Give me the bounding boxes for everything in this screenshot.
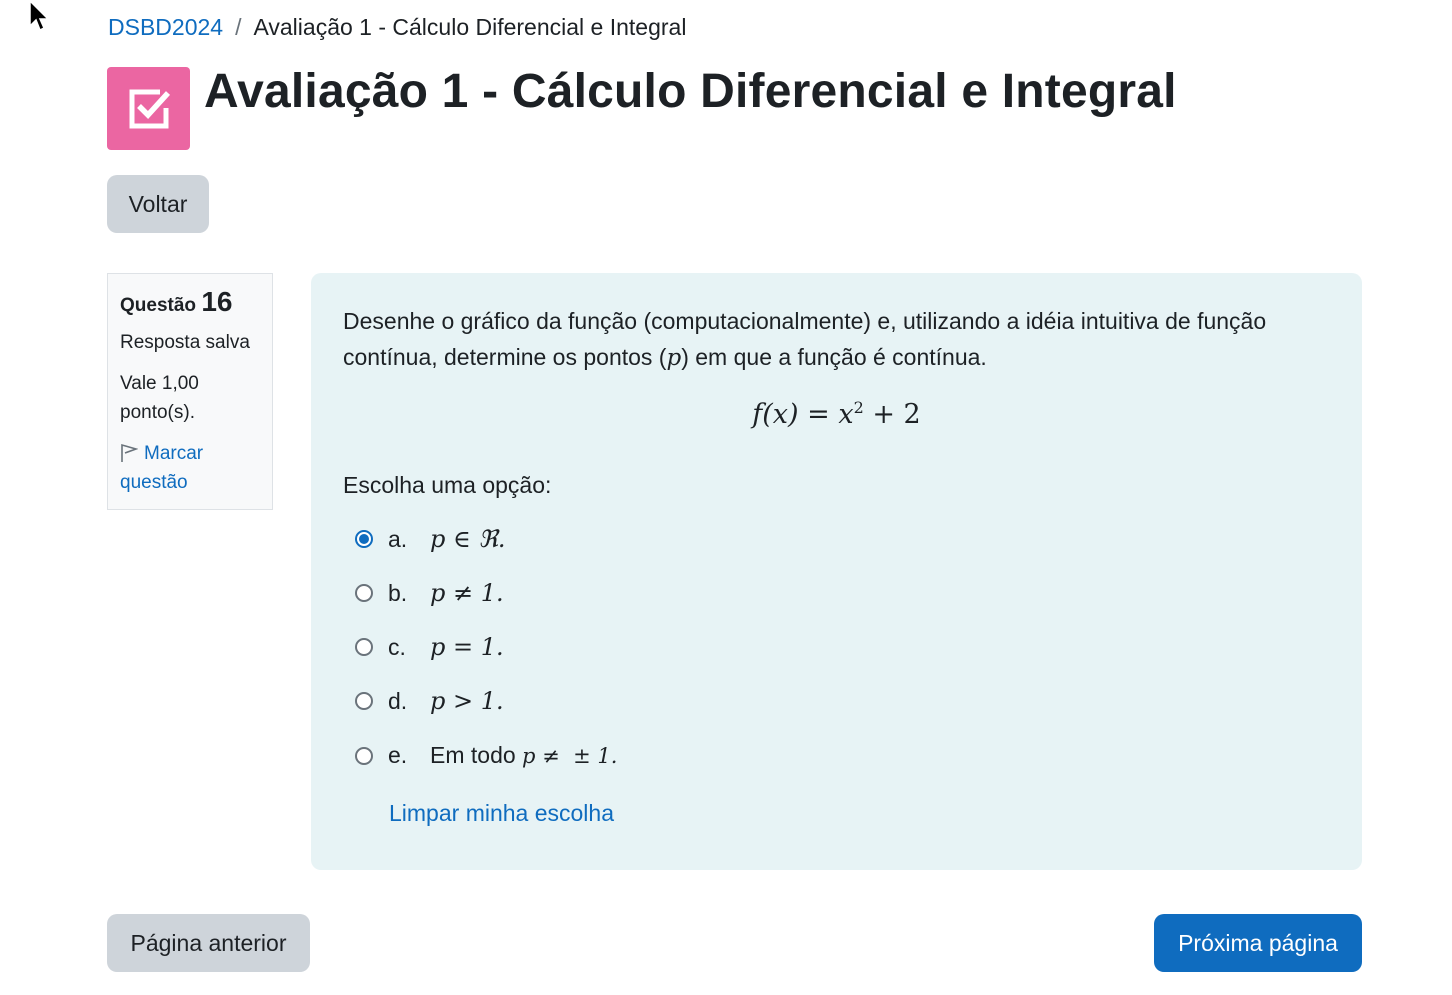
flag-icon — [121, 443, 139, 462]
flag-question-link[interactable]: Marcar questão — [120, 439, 260, 497]
radio-button-e[interactable] — [355, 746, 373, 765]
question-number: 16 — [201, 286, 233, 317]
radio-button-a[interactable] — [355, 530, 373, 548]
answer-option-d[interactable]: d. p > 1. — [355, 687, 504, 715]
answer-option-a[interactable]: a. p ∈ ℜ. — [355, 525, 506, 553]
mouse-cursor-icon — [29, 0, 50, 32]
question-text: Desenhe o gráfico da função (computacion… — [343, 303, 1333, 376]
radio-button-c[interactable] — [355, 638, 373, 656]
option-math: p ∈ ℜ. — [430, 525, 506, 553]
formula-rhs: + 2 — [863, 399, 921, 430]
answer-prompt: Escolha uma opção: — [343, 472, 552, 498]
clear-choice-link[interactable]: Limpar minha escolha — [389, 800, 614, 827]
previous-page-button[interactable]: Página anterior — [107, 914, 310, 972]
option-math: p ≠ ± 1. — [522, 743, 618, 768]
formula-lhs: f(x) = x — [752, 399, 854, 430]
formula-exponent: 2 — [853, 398, 864, 417]
option-letter: a. — [388, 525, 408, 552]
function-formula: f(x) = x2 + 2 — [311, 398, 1362, 430]
option-text: Em todo — [430, 742, 523, 768]
question-text-part: ) em que a função é contínua. — [681, 344, 987, 370]
option-letter: e. — [388, 742, 408, 768]
page-title: Avaliação 1 - Cálculo Diferencial e Inte… — [204, 65, 1177, 118]
answer-option-c[interactable]: c. p = 1. — [355, 633, 504, 661]
question-label: Questão — [120, 295, 197, 316]
question-number-label: Questão 16 — [120, 286, 260, 318]
answer-option-b[interactable]: b. p ≠ 1. — [355, 579, 504, 607]
option-letter: c. — [388, 633, 406, 660]
next-page-button[interactable]: Próxima página — [1154, 914, 1362, 972]
option-math: p ≠ 1. — [430, 579, 504, 607]
question-variable: p — [666, 345, 682, 371]
option-letter: d. — [388, 687, 408, 714]
answer-option-e[interactable]: e. Em todo p ≠ ± 1. — [355, 742, 617, 769]
question-state: Resposta salva — [120, 332, 250, 353]
question-info-panel: Questão 16 Resposta salva Vale 1,00 pont… — [107, 273, 273, 510]
back-button[interactable]: Voltar — [107, 175, 209, 233]
question-content: Desenhe o gráfico da função (computacion… — [311, 273, 1362, 870]
quiz-checkbox-icon — [107, 67, 190, 150]
breadcrumb-current: Avaliação 1 - Cálculo Diferencial e Inte… — [253, 14, 687, 40]
option-math: p > 1. — [430, 687, 504, 715]
option-letter: b. — [388, 579, 408, 606]
question-grade: Vale 1,00 ponto(s). — [120, 373, 199, 423]
radio-button-b[interactable] — [355, 584, 373, 602]
radio-button-d[interactable] — [355, 692, 373, 710]
breadcrumb-course-link[interactable]: DSBD2024 — [108, 14, 223, 41]
option-math: p = 1. — [430, 633, 504, 661]
breadcrumb-separator: / — [235, 14, 242, 40]
breadcrumb: DSBD2024 / Avaliação 1 - Cálculo Diferen… — [108, 14, 686, 41]
